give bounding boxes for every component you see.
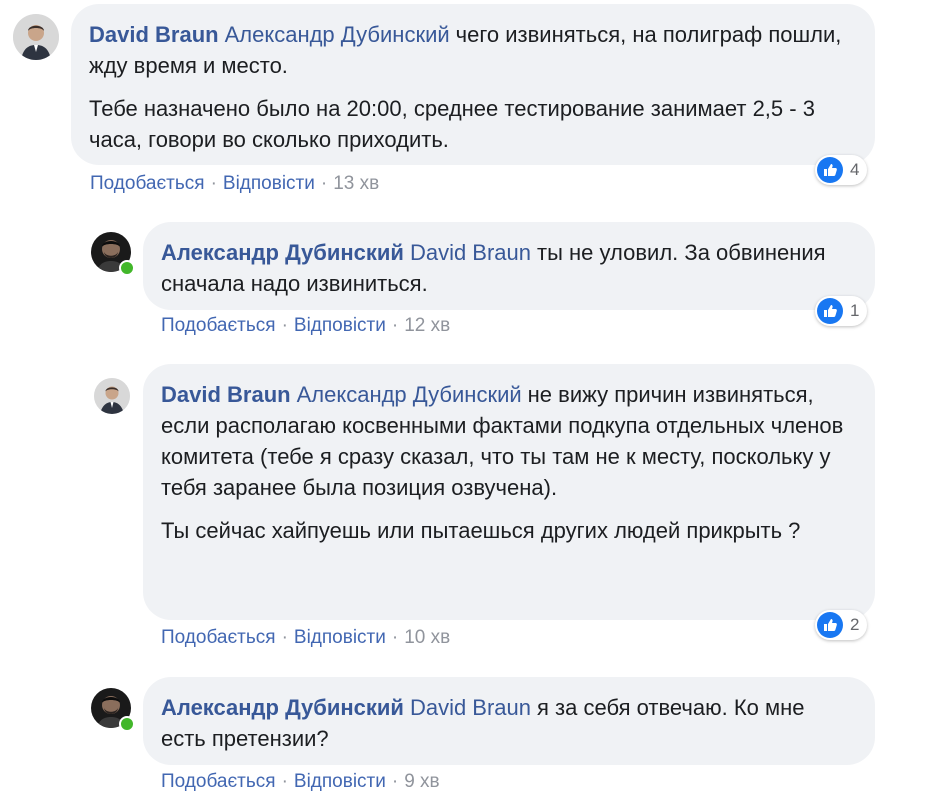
comment-bubble: David Braun Александр Дубинский чего извин…: [71, 4, 875, 165]
mention-link[interactable]: Александр Дубинский: [225, 22, 450, 47]
comment-paragraph: Тебе назначено было на 20:00, среднее те…: [89, 96, 815, 152]
like-button[interactable]: Подобається: [161, 315, 276, 336]
comment-text: Александр Дубинский David Braun ты не улов…: [161, 237, 855, 299]
person-avatar-icon: [94, 378, 130, 414]
reply-button[interactable]: Відповісти: [294, 315, 386, 336]
timestamp[interactable]: 9 хв: [404, 771, 439, 792]
mention-link[interactable]: Александр Дубинский: [297, 382, 522, 407]
online-status-indicator: [119, 716, 135, 732]
reaction-count: 4: [850, 160, 860, 179]
comment-text: Александр Дубинский David Braun я за себя …: [161, 692, 855, 754]
reaction-badge[interactable]: 4: [815, 155, 868, 185]
comment-item: David Braun Александр Дубинский чего извин…: [0, 0, 930, 200]
like-button[interactable]: Подобається: [161, 771, 276, 792]
comment-item: David Braun Александр Дубинский не вижу пр…: [0, 360, 930, 660]
comment-actions: Подобається · Відповісти · 9 хв: [161, 771, 440, 793]
comment-text: David Braun Александр Дубинский чего извин…: [89, 19, 855, 81]
reaction-badge[interactable]: 1: [815, 296, 868, 326]
comment-paragraph: Ты сейчас хайпуешь или пытаешься других …: [161, 518, 801, 543]
reply-button[interactable]: Відповісти: [294, 771, 386, 792]
like-icon: [817, 612, 843, 638]
mention-link[interactable]: David Braun: [410, 240, 531, 265]
separator: ·: [210, 173, 217, 194]
avatar[interactable]: [13, 14, 59, 60]
avatar[interactable]: [94, 378, 130, 414]
timestamp[interactable]: 12 хв: [404, 315, 450, 336]
comment-actions: Подобається · Відповісти · 10 хв: [161, 627, 450, 649]
separator: ·: [391, 771, 399, 792]
like-button[interactable]: Подобається: [161, 627, 276, 648]
like-button[interactable]: Подобається: [90, 173, 205, 194]
mention-link[interactable]: David Braun: [410, 695, 531, 720]
author-name[interactable]: Александр Дубинский: [161, 695, 404, 720]
like-icon: [817, 298, 843, 324]
reaction-count: 2: [850, 615, 860, 634]
comment-item: Александр Дубинский David Braun я за себя …: [0, 672, 930, 802]
separator: ·: [281, 771, 288, 792]
timestamp[interactable]: 10 хв: [404, 627, 450, 648]
like-icon: [817, 157, 843, 183]
separator: ·: [281, 627, 288, 648]
separator: ·: [391, 627, 399, 648]
separator: ·: [391, 315, 399, 336]
timestamp[interactable]: 13 хв: [333, 173, 379, 194]
separator: ·: [281, 315, 288, 336]
author-name[interactable]: David Braun: [161, 382, 291, 407]
comment-bubble: David Braun Александр Дубинский не вижу пр…: [143, 364, 875, 620]
reply-button[interactable]: Відповісти: [294, 627, 386, 648]
comment-bubble: Александр Дубинский David Braun я за себя …: [143, 677, 875, 765]
reaction-count: 1: [850, 301, 860, 320]
comment-item: Александр Дубинский David Braun ты не улов…: [0, 215, 930, 345]
author-name[interactable]: Александр Дубинский: [161, 240, 404, 265]
comment-bubble: Александр Дубинский David Braun ты не улов…: [143, 222, 875, 310]
comment-actions: Подобається · Відповісти · 13 хв: [90, 173, 379, 195]
reply-button[interactable]: Відповісти: [223, 173, 315, 194]
person-avatar-icon: [13, 14, 59, 60]
comment-actions: Подобається · Відповісти · 12 хв: [161, 315, 450, 337]
online-status-indicator: [119, 260, 135, 276]
separator: ·: [320, 173, 328, 194]
author-name[interactable]: David Braun: [89, 22, 219, 47]
comment-text: David Braun Александр Дубинский не вижу пр…: [161, 379, 855, 503]
reaction-badge[interactable]: 2: [815, 610, 868, 640]
